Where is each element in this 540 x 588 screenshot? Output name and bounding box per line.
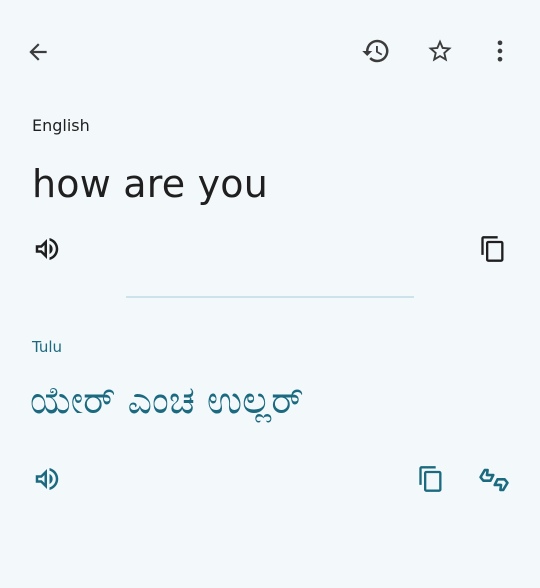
star-outline-icon <box>428 39 452 62</box>
target-listen-button[interactable] <box>28 460 66 498</box>
section-divider <box>126 296 414 298</box>
favorite-button[interactable] <box>420 31 460 71</box>
rate-translation-button[interactable] <box>474 460 514 500</box>
copy-icon <box>419 466 442 492</box>
copy-icon <box>481 236 504 262</box>
arrow-back-icon <box>29 43 47 61</box>
source-language-label: English <box>32 116 90 135</box>
history-icon <box>362 39 389 63</box>
target-language-label: Tulu <box>32 338 63 356</box>
volume-icon <box>35 238 59 260</box>
more-options-button[interactable] <box>480 31 520 71</box>
volume-icon <box>35 468 59 490</box>
more-vert-icon <box>497 40 503 62</box>
target-copy-button[interactable] <box>412 460 450 498</box>
source-listen-button[interactable] <box>28 230 66 268</box>
back-button[interactable] <box>18 32 58 72</box>
thumbs-feedback-icon <box>479 468 509 492</box>
source-copy-button[interactable] <box>474 230 512 268</box>
translated-text: ಯೇರ್ ಎಂಚ ಉಲ್ಲರ್ <box>30 378 304 422</box>
history-button[interactable] <box>356 31 396 71</box>
source-text: how are you <box>32 162 269 206</box>
